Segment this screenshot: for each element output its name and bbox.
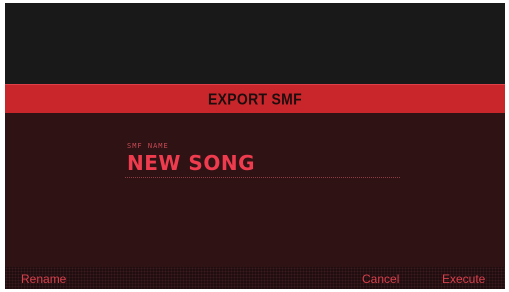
execute-button[interactable]: Execute [442,272,485,286]
dialog-body: SMF NAME NEW SONG [5,113,505,267]
title-bar: EXPORT SMF [5,84,505,113]
smf-name-field[interactable]: NEW SONG [127,151,255,175]
name-field-underline [125,177,400,178]
rename-button[interactable]: Rename [21,272,66,286]
cancel-button[interactable]: Cancel [362,272,399,286]
dialog-title: EXPORT SMF [207,90,302,108]
function-bar: Rename Cancel Execute [5,267,505,289]
smf-name-label: SMF NAME [127,142,169,150]
display-screen: EXPORT SMF SMF NAME NEW SONG Rename Canc… [5,3,505,289]
